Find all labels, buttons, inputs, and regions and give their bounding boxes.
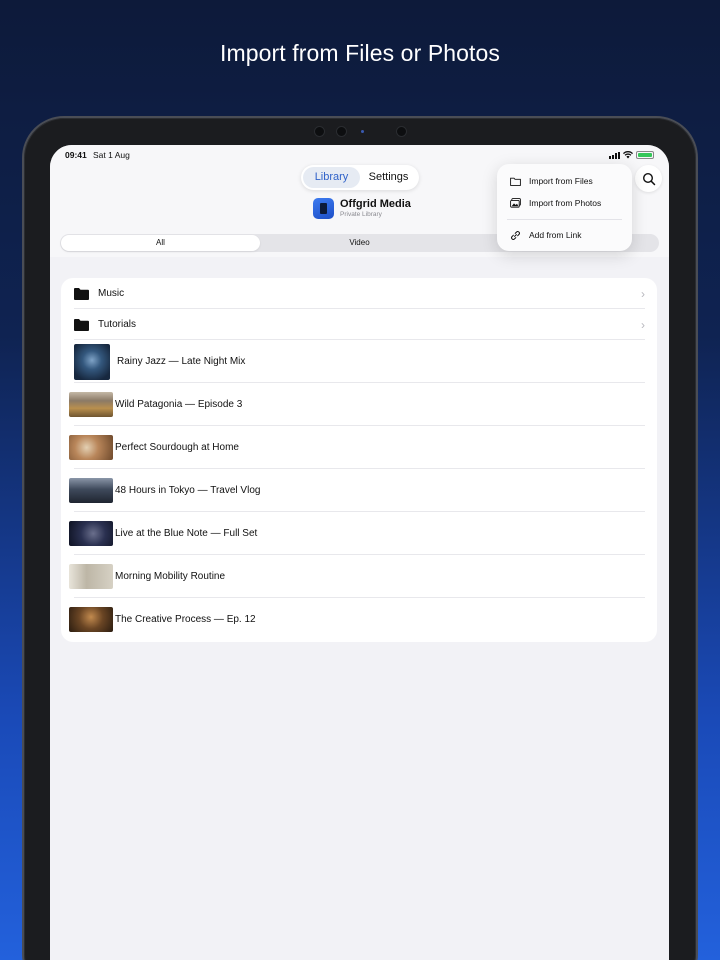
media-thumbnail (69, 435, 113, 460)
media-thumbnail (69, 607, 113, 632)
menu-item-label: Import from Photos (529, 198, 602, 208)
filter-all[interactable]: All (61, 235, 260, 251)
media-thumbnail (69, 564, 113, 589)
media-row[interactable]: Rainy Jazz — Late Night Mix (61, 340, 657, 383)
app-logo-icon (313, 198, 334, 219)
top-tabs: Library Settings (301, 165, 419, 190)
search-icon (642, 172, 655, 185)
wifi-icon (623, 151, 633, 159)
folder-icon (74, 318, 89, 331)
tab-library[interactable]: Library (303, 167, 360, 188)
page-headline: Import from Files or Photos (219, 40, 501, 66)
folder-row-tutorials[interactable]: Tutorials › (61, 309, 657, 340)
media-title: The Creative Process — Ep. 12 (115, 614, 256, 625)
menu-item-label: Import from Files (529, 176, 593, 186)
status-bar: 09:41 Sat 1 Aug (65, 150, 654, 164)
photos-icon (510, 198, 521, 208)
sensor-icon (336, 126, 347, 137)
media-thumbnail (69, 392, 113, 417)
filter-video[interactable]: Video (260, 235, 459, 251)
media-thumbnail (74, 343, 110, 380)
media-row[interactable]: Perfect Sourdough at Home (61, 426, 657, 469)
add-from-link-item[interactable]: Add from Link (497, 224, 632, 246)
media-row[interactable]: Wild Patagonia — Episode 3 (61, 383, 657, 426)
app-subtitle: Private Library (340, 211, 382, 218)
camera-housing (24, 118, 696, 146)
camera-icon (396, 126, 407, 137)
media-title: 48 Hours in Tokyo — Travel Vlog (115, 485, 261, 496)
media-row[interactable]: The Creative Process — Ep. 12 (61, 598, 657, 641)
library-list: Music › Tutorials › Rainy Jazz — Late Ni… (61, 278, 657, 642)
cellular-signal-icon (609, 151, 620, 159)
media-row[interactable]: 48 Hours in Tokyo — Travel Vlog (61, 469, 657, 512)
chevron-right-icon: › (641, 317, 645, 332)
folder-label: Music (98, 288, 125, 299)
app-brand: Offgrid Media Private Library (313, 198, 411, 219)
media-title: Perfect Sourdough at Home (115, 442, 239, 453)
camera-indicator-icon (361, 130, 364, 133)
tab-settings[interactable]: Settings (360, 167, 417, 188)
app-name: Offgrid Media (340, 198, 411, 210)
link-icon (511, 230, 520, 240)
status-time: 09:41 (65, 150, 87, 160)
menu-item-label: Add from Link (529, 230, 582, 240)
media-thumbnail (69, 521, 113, 546)
media-title: Live at the Blue Note — Full Set (115, 528, 258, 539)
import-menu: Import from Files Import from Photos Add… (497, 164, 632, 251)
import-from-photos-item[interactable]: Import from Photos (497, 192, 632, 214)
folder-icon (74, 287, 89, 300)
menu-divider (507, 219, 622, 220)
media-title: Morning Mobility Routine (115, 571, 226, 582)
status-date: Sat 1 Aug (93, 150, 130, 160)
media-title: Rainy Jazz — Late Night Mix (117, 356, 246, 367)
media-row[interactable]: Morning Mobility Routine (61, 555, 657, 598)
search-button[interactable] (635, 165, 662, 192)
media-row[interactable]: Live at the Blue Note — Full Set (61, 512, 657, 555)
folder-icon (510, 177, 521, 186)
folder-row-music[interactable]: Music › (61, 278, 657, 309)
chevron-right-icon: › (641, 286, 645, 301)
battery-icon (636, 151, 654, 159)
media-thumbnail (69, 478, 113, 503)
sensor-icon (314, 126, 325, 137)
folder-label: Tutorials (98, 319, 136, 330)
app-screen: 09:41 Sat 1 Aug Library Settings Offgrid… (50, 145, 669, 960)
import-from-files-item[interactable]: Import from Files (497, 170, 632, 192)
media-title: Wild Patagonia — Episode 3 (115, 399, 243, 410)
